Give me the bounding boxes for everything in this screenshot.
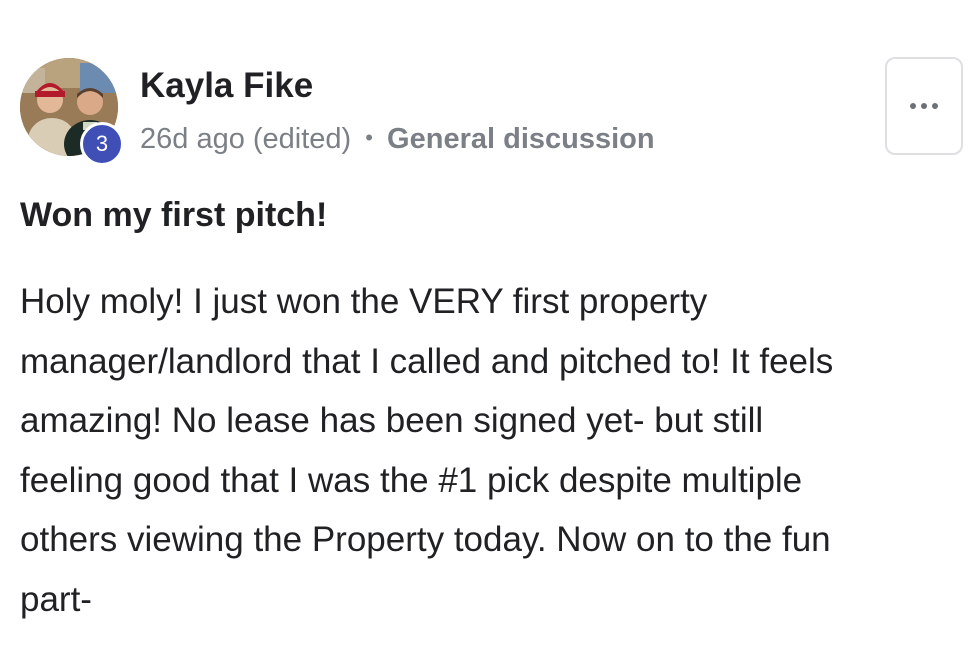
author-avatar-group[interactable]: 3 <box>20 58 124 166</box>
post-card: 3 Kayla Fike 26d ago (edited) • General … <box>0 0 974 651</box>
post-body: Holy moly! I just won the VERY first pro… <box>20 282 834 619</box>
edited-label: (edited) <box>252 123 352 155</box>
post-time[interactable]: 26d ago <box>140 123 245 155</box>
post-meta: 26d ago (edited) • General discussion <box>140 123 655 156</box>
level-badge: 3 <box>80 122 124 166</box>
author-name[interactable]: Kayla Fike <box>140 66 313 106</box>
more-horizontal-icon <box>910 103 938 109</box>
meta-separator: • <box>365 125 373 150</box>
post-title[interactable]: Won my first pitch! <box>20 196 327 235</box>
more-options-button[interactable] <box>885 57 963 155</box>
category-link[interactable]: General discussion <box>387 123 655 155</box>
